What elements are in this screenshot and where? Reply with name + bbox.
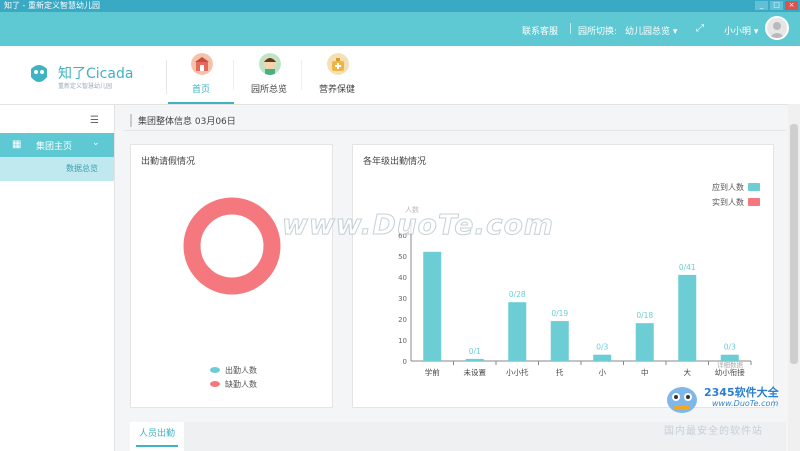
sidebar-item-group-home[interactable]: ▦ 集团主页 ⌄ — [0, 133, 114, 157]
logo-name: 知了Cicada — [58, 66, 134, 82]
y-tick-label: 20 — [398, 316, 407, 324]
active-tab-indicator — [168, 102, 234, 104]
minimize-button[interactable]: _ — [755, 1, 768, 10]
top-bar: 联系客服 园所切换: 幼儿园总览 ▾ ⤢ 小小明 ▾ — [0, 12, 800, 46]
bar-expected[interactable] — [423, 251, 442, 361]
maximize-button[interactable]: □ — [770, 1, 783, 10]
legend-label: 缺勤人数 — [225, 379, 257, 389]
x-tick-label: 托 — [556, 367, 564, 377]
mascot-logo-icon — [667, 387, 697, 413]
donut-slice-absent — [183, 197, 281, 295]
bar-expected[interactable] — [678, 274, 697, 361]
active-tab-indicator — [136, 445, 178, 447]
header-divider — [124, 130, 786, 131]
user-menu[interactable]: 小小明 ▾ — [724, 24, 758, 37]
user-name: 小小明 — [724, 27, 752, 37]
bar-data-label: 0/41 — [679, 263, 696, 272]
grade-attendance-panel: 各年级出勤情况 人数 0 10 20 30 40 50 60 学前 未设置 0/1 小小托 0/28 托 0… — [352, 144, 774, 408]
tab-home-label: 首页 — [191, 85, 210, 95]
chart-footnote[interactable]: 详细数据 — [717, 360, 744, 369]
cicada-logo-icon — [31, 65, 47, 82]
tab-campus-overview-label: 园所总览 — [250, 85, 287, 95]
attendance-donut-chart: 出勤人数缺勤人数 — [183, 197, 281, 389]
campus-switch-value: 幼儿园总览 — [625, 27, 671, 37]
watermark-text: www.DuoTe.com — [282, 208, 554, 242]
x-tick-label: 小小托 — [506, 367, 529, 377]
y-tick-label: 0 — [403, 358, 407, 366]
child-face-icon — [259, 53, 281, 75]
breadcrumb: 集团整体信息 03月06日 — [130, 114, 236, 127]
tab-staff-attendance-label: 人员出勤 — [138, 429, 175, 439]
menu-collapse-icon[interactable]: ☰ — [90, 115, 99, 126]
campus-switch-dropdown[interactable]: 幼儿园总览 ▾ — [625, 24, 677, 37]
legend-swatch — [210, 381, 220, 387]
tab-nutrition-health-label: 营养保健 — [318, 85, 355, 95]
scrollbar-thumb[interactable] — [790, 124, 798, 364]
grade-attendance-bar-chart: 人数0102030405060学前 未设置0/1小小托0/28托0/19小0/3中… — [398, 182, 760, 377]
bar-data-label: 0/18 — [636, 311, 653, 320]
legend-label: 出勤人数 — [225, 365, 257, 375]
sidebar-item-group-home-label: 集团主页 — [36, 142, 73, 152]
legend-label: 应到人数 — [712, 182, 744, 192]
nav-divider — [166, 60, 167, 94]
bar-expected[interactable] — [593, 354, 612, 361]
bar-data-label: 0/3 — [596, 343, 608, 352]
x-tick-label: 中 — [641, 367, 649, 377]
bar-expected[interactable] — [508, 302, 527, 361]
attendance-panel: 出勤请假情况 出勤人数 缺勤人数 — [130, 144, 333, 408]
watermark-slogan: 国内最安全的软件站 — [664, 426, 763, 437]
tab-nutrition-health[interactable]: 营养保健 — [304, 46, 370, 104]
tab-divider — [233, 60, 234, 90]
x-tick-label: 大 — [684, 367, 692, 377]
bar-data-label: 0/1 — [469, 347, 481, 356]
caret-down-icon: ▾ — [670, 27, 678, 37]
avatar-person-icon — [769, 22, 785, 38]
sidebar-item-data-overview[interactable]: 数据总览 — [0, 157, 114, 181]
avatar[interactable] — [765, 16, 789, 40]
window-title-bar: 知了 - 重新定义智慧幼儿园 _ □ × — [0, 0, 800, 12]
chevron-down-icon: ⌄ — [92, 138, 100, 148]
school-building-icon — [191, 53, 213, 75]
watermark-brand: 2345软件大全 — [704, 386, 779, 399]
health-kit-icon — [327, 53, 349, 75]
y-tick-label: 30 — [398, 295, 407, 303]
bar-data-label: 0/19 — [551, 309, 568, 318]
sidebar: ☰ ▦ 集团主页 ⌄ 数据总览 — [0, 105, 115, 451]
x-tick-label: 小 — [599, 368, 607, 377]
tab-staff-attendance[interactable]: 人员出勤 — [130, 422, 184, 451]
x-tick-label: 未设置 — [464, 367, 487, 377]
y-tick-label: 40 — [398, 274, 407, 282]
bar-data-label: 0/3 — [724, 343, 736, 352]
legend-swatch — [748, 183, 760, 191]
topbar-divider — [570, 23, 571, 34]
nav-bar: 知了Cicada 重新定义智慧幼儿园 首页 园所总览 营养保健 — [0, 46, 800, 105]
window-title: 知了 - 重新定义智慧幼儿园 — [4, 1, 100, 10]
watermark-url: www.DuoTe.com — [712, 399, 779, 408]
x-tick-label: 学前 — [425, 367, 440, 377]
bar-expected[interactable] — [465, 358, 484, 361]
contact-service-link[interactable]: 联系客服 — [522, 24, 558, 37]
bar-expected[interactable] — [635, 323, 654, 361]
caret-down-icon: ▾ — [751, 27, 759, 37]
corner-watermark: 2345软件大全 www.DuoTe.com 国内最安全的软件站 — [660, 380, 800, 451]
legend-swatch — [748, 198, 760, 206]
sidebar-item-data-overview-label: 数据总览 — [66, 164, 98, 173]
y-tick-label: 50 — [398, 253, 407, 261]
tab-campus-overview[interactable]: 园所总览 — [236, 46, 302, 104]
legend-label: 实到人数 — [712, 197, 744, 207]
bar-expected[interactable] — [550, 321, 569, 361]
fullscreen-icon[interactable]: ⤢ — [696, 23, 704, 34]
tab-divider — [301, 60, 302, 90]
logo-slogan: 重新定义智慧幼儿园 — [58, 83, 113, 90]
legend-swatch — [210, 367, 220, 373]
home-grid-icon: ▦ — [12, 139, 22, 150]
y-tick-label: 10 — [398, 337, 407, 345]
close-button[interactable]: × — [785, 1, 798, 10]
bar-data-label: 0/28 — [509, 290, 526, 299]
campus-switch-label: 园所切换: — [578, 27, 618, 37]
tab-home[interactable]: 首页 — [168, 46, 234, 104]
